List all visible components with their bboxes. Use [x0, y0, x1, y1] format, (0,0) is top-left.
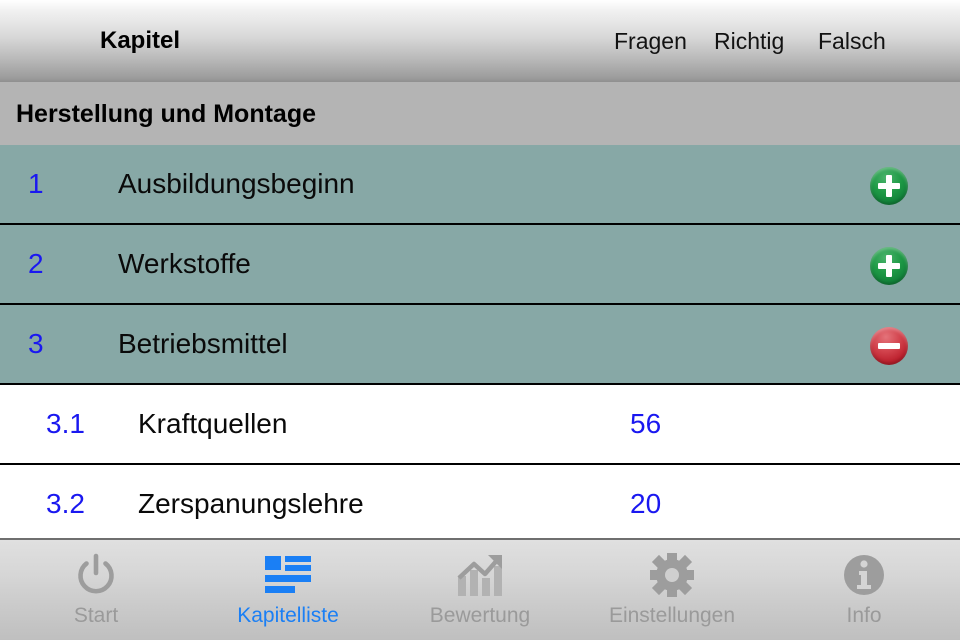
row-number: 1	[28, 168, 44, 199]
row-number: 3.2	[46, 488, 85, 519]
list-icon	[260, 550, 316, 600]
table-row[interactable]: 3 Betriebsmittel	[0, 305, 960, 385]
column-header-richtig: Richtig	[714, 28, 785, 54]
plus-icon[interactable]	[870, 247, 908, 285]
app-root: Kapitel Fragen Richtig Falsch Herstellun…	[0, 0, 960, 640]
tab-einstellungen[interactable]: Einstellungen	[576, 540, 768, 640]
row-label: Ausbildungsbeginn	[118, 168, 355, 199]
row-number: 3.1	[46, 408, 85, 439]
table-row[interactable]: 3.2 Zerspanungslehre 20	[0, 465, 960, 545]
tab-start[interactable]: Start	[0, 540, 192, 640]
column-header-fragen: Fragen	[614, 28, 687, 54]
row-label: Betriebsmittel	[118, 328, 288, 359]
row-question-count: 20	[630, 488, 662, 519]
table-row[interactable]: 3.1 Kraftquellen 56	[0, 385, 960, 465]
table-row[interactable]: 2 Werkstoffe	[0, 225, 960, 305]
top-navigation-bar: Kapitel Fragen Richtig Falsch	[0, 0, 960, 82]
minus-icon-bar-horizontal	[878, 343, 900, 349]
tab-label-bewertung: Bewertung	[429, 604, 531, 627]
table-row[interactable]: 1 Ausbildungsbeginn	[0, 145, 960, 225]
navbar-title: Kapitel	[100, 27, 181, 54]
minus-icon[interactable]	[870, 327, 908, 365]
row-question-count: 56	[630, 408, 662, 439]
row-label: Zerspanungslehre	[138, 488, 364, 519]
chart-up-icon	[452, 550, 508, 600]
tab-label-kapitelliste: Kapitelliste	[237, 604, 339, 627]
tab-label-info: Info	[846, 604, 882, 627]
bottom-tab-bar: Start Kapitelliste Bewertung Einstellung…	[0, 538, 960, 640]
row-label: Werkstoffe	[118, 248, 251, 279]
tab-label-start: Start	[73, 604, 119, 627]
row-label: Kraftquellen	[138, 408, 288, 439]
section-header-title: Herstellung und Montage	[16, 100, 316, 128]
tab-kapitelliste[interactable]: Kapitelliste	[192, 540, 384, 640]
tab-label-einstellungen: Einstellungen	[608, 604, 736, 627]
tab-info[interactable]: Info	[768, 540, 960, 640]
row-number: 3	[28, 328, 44, 359]
plus-icon-bar-vertical	[886, 255, 892, 277]
row-number: 2	[28, 248, 44, 279]
plus-icon-bar-vertical	[886, 175, 892, 197]
tab-bewertung[interactable]: Bewertung	[384, 540, 576, 640]
power-icon	[68, 550, 124, 600]
section-header: Herstellung und Montage	[0, 82, 960, 145]
plus-icon[interactable]	[870, 167, 908, 205]
info-icon	[836, 550, 892, 600]
gear-icon	[644, 550, 700, 600]
column-header-falsch: Falsch	[818, 28, 886, 54]
